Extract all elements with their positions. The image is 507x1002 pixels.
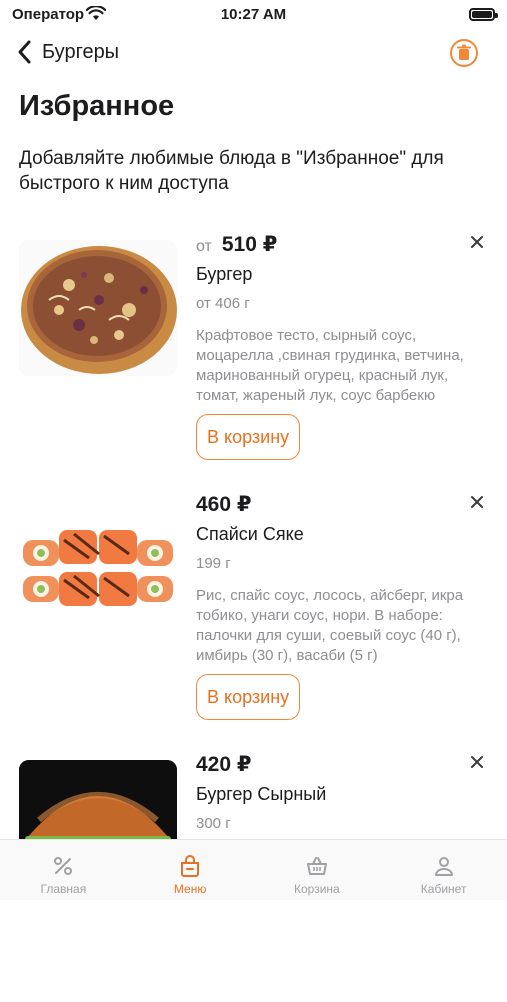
tab-menu[interactable]: Меню xyxy=(127,840,254,900)
item-weight: 300 г xyxy=(196,815,231,832)
price: 510 ₽ xyxy=(221,233,278,256)
price-row: от 510 ₽ xyxy=(196,232,277,257)
item-name: Бургер Сырный xyxy=(196,784,327,804)
list-item: 460 ₽ Спайси Сяке 199 г Рис, спайс соус,… xyxy=(0,482,507,742)
page-subtitle: Добавляйте любимые блюда в "Избранное" д… xyxy=(19,148,444,194)
close-icon[interactable] xyxy=(469,234,485,250)
tab-account[interactable]: Кабинет xyxy=(380,840,507,900)
add-to-cart-button[interactable]: В корзину xyxy=(196,674,301,720)
menu-bag-icon xyxy=(181,855,200,877)
item-description: Рис, спайс соус, лосось, айсберг, икра т… xyxy=(196,587,464,664)
tab-label: Меню xyxy=(173,882,207,896)
basket-icon xyxy=(306,857,327,875)
person-icon xyxy=(434,857,453,876)
tab-bar: Главная Меню Корзина Кабинет xyxy=(0,839,507,900)
back-label: Бургеры xyxy=(42,40,120,63)
item-name: Спайси Сяке xyxy=(196,524,304,544)
close-icon[interactable] xyxy=(469,494,485,510)
list-item: от 510 ₽ Бургер от 406 г Крафтовое тесто… xyxy=(0,222,507,482)
tab-home[interactable]: Главная xyxy=(0,840,127,900)
pizza-image[interactable] xyxy=(19,240,177,376)
tab-cart[interactable]: Корзина xyxy=(254,840,381,900)
clock-time: 10:27 AM xyxy=(220,6,287,23)
chevron-left-icon xyxy=(18,40,31,64)
battery-icon xyxy=(469,8,498,21)
status-bar: Оператор 10:27 AM xyxy=(0,0,507,30)
item-weight: от 406 г xyxy=(196,295,250,312)
page-title: Избранное xyxy=(19,90,175,122)
add-to-cart-button[interactable]: В корзину xyxy=(196,414,301,460)
tab-label: Главная xyxy=(40,882,87,896)
item-description: Крафтовое тесто, сырный соус, моцарелла … xyxy=(196,327,464,404)
item-weight: 199 г xyxy=(196,555,231,572)
trash-icon[interactable] xyxy=(449,38,479,68)
price: 460 ₽ xyxy=(196,493,252,516)
percent-icon xyxy=(54,857,73,875)
tab-label: Кабинет xyxy=(420,882,467,896)
close-icon[interactable] xyxy=(469,754,485,770)
navigation-bar: Бургеры xyxy=(0,34,507,74)
price-prefix: от xyxy=(196,238,212,255)
item-name: Бургер xyxy=(196,264,253,284)
back-button[interactable]: Бургеры xyxy=(14,38,119,66)
price: 420 ₽ xyxy=(196,753,252,776)
price-row: 460 ₽ xyxy=(196,492,251,517)
price-row: 420 ₽ xyxy=(196,752,251,777)
sushi-roll-image[interactable] xyxy=(19,500,177,636)
tab-label: Корзина xyxy=(294,882,340,896)
